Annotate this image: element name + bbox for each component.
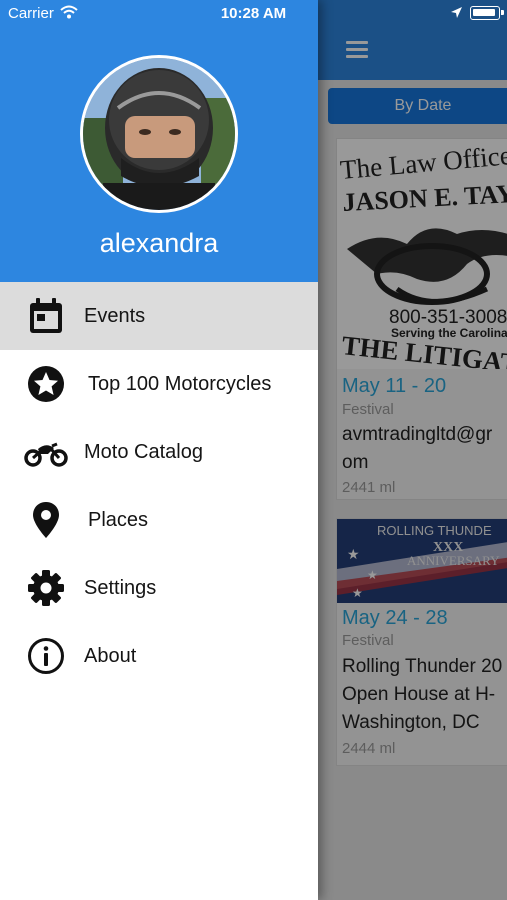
nav-item-top-100-motorcycles[interactable]: Top 100 Motorcycles [0, 350, 318, 418]
star-icon [26, 364, 66, 404]
nav-label-places: Places [88, 509, 149, 531]
battery-icon [470, 6, 504, 20]
nav-label-settings: Settings [84, 577, 157, 599]
map-pin-icon [26, 500, 66, 540]
nav-item-about[interactable]: About [0, 622, 318, 690]
drawer-header: alexandra [0, 0, 318, 282]
nav-label-events: Events [84, 305, 146, 327]
nav-label-moto-catalog: Moto Catalog [84, 441, 203, 463]
motorcycle-icon [24, 432, 68, 472]
nav-item-events[interactable]: Events [0, 282, 318, 350]
nav-item-moto-catalog[interactable]: Moto Catalog [0, 418, 318, 486]
nav-label-about: About [84, 645, 137, 667]
location-arrow-icon [450, 6, 463, 23]
status-bar: Carrier 10:28 AM [0, 0, 507, 26]
calendar-icon [26, 296, 66, 336]
nav-item-settings[interactable]: Settings [0, 554, 318, 622]
navigation-drawer: alexandra Events Top 100 Motorcycles Mot… [0, 0, 318, 900]
gear-icon [26, 568, 66, 608]
clock: 10:28 AM [220, 5, 287, 22]
avatar[interactable] [80, 55, 238, 213]
nav-item-places[interactable]: Places [0, 486, 318, 554]
info-icon [26, 636, 66, 676]
username: alexandra [99, 228, 219, 258]
nav-label-top-100: Top 100 Motorcycles [88, 373, 272, 395]
